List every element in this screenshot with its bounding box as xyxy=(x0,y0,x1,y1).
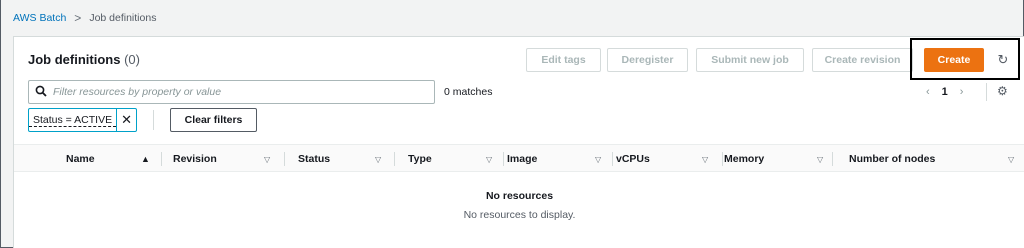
create-button[interactable]: Create xyxy=(924,48,984,72)
submit-new-job-button[interactable]: Submit new job xyxy=(696,48,804,72)
sort-icon[interactable]: ▽ xyxy=(595,155,601,164)
search-icon xyxy=(35,85,47,100)
page-title: Job definitions (0) xyxy=(28,52,140,67)
edit-tags-button[interactable]: Edit tags xyxy=(526,48,601,72)
column-header-type[interactable]: Type ▽ xyxy=(408,145,506,173)
column-divider xyxy=(503,152,504,166)
column-header-status[interactable]: Status ▽ xyxy=(298,145,398,173)
column-label: Name xyxy=(66,153,95,165)
sort-icon[interactable]: ▽ xyxy=(486,155,492,164)
column-divider xyxy=(394,152,395,166)
column-divider xyxy=(832,152,833,166)
empty-state-description: No resources to display. xyxy=(463,209,576,221)
previous-page-icon[interactable]: ‹ xyxy=(926,86,930,98)
column-label: Memory xyxy=(724,153,765,165)
column-label: Number of nodes xyxy=(849,153,936,165)
column-label: Revision xyxy=(173,153,217,165)
current-page-number[interactable]: 1 xyxy=(942,86,948,98)
filter-divider xyxy=(153,110,154,130)
column-label: Image xyxy=(507,153,538,165)
sort-icon[interactable]: ▽ xyxy=(264,155,270,164)
column-header-revision[interactable]: Revision ▽ xyxy=(173,145,285,173)
column-label: Status xyxy=(298,153,331,165)
filter-token[interactable]: Status = ACTIVE ✕ xyxy=(28,108,138,132)
deregister-button[interactable]: Deregister xyxy=(607,48,688,72)
settings-gear-icon[interactable]: ⚙ xyxy=(997,84,1008,98)
table-header: Name ▲ Revision ▽ Status ▽ Type ▽ Image … xyxy=(14,144,1024,172)
column-divider xyxy=(161,152,162,166)
job-definitions-panel: Job definitions (0) Edit tags Deregister… xyxy=(13,36,1024,248)
sort-icon[interactable]: ▽ xyxy=(1008,155,1014,164)
clear-filters-button[interactable]: Clear filters xyxy=(170,108,257,132)
panel-title-text: Job definitions xyxy=(28,52,121,67)
breadcrumb-current: Job definitions xyxy=(89,12,157,24)
search-input[interactable] xyxy=(53,86,423,98)
sort-icon[interactable]: ▽ xyxy=(702,155,708,164)
next-page-icon[interactable]: › xyxy=(960,86,964,98)
column-divider xyxy=(284,152,285,166)
column-divider xyxy=(722,152,723,166)
sort-icon[interactable]: ▽ xyxy=(817,155,823,164)
column-label: Type xyxy=(408,153,432,165)
filter-token-label[interactable]: Status = ACTIVE xyxy=(29,113,117,127)
column-header-vcpus[interactable]: vCPUs ▽ xyxy=(616,145,722,173)
column-label: vCPUs xyxy=(616,153,650,165)
breadcrumb-aws-batch[interactable]: AWS Batch xyxy=(13,12,66,24)
column-divider xyxy=(612,152,613,166)
column-header-memory[interactable]: Memory ▽ xyxy=(724,145,832,173)
pagination-divider xyxy=(986,83,987,101)
column-header-image[interactable]: Image ▽ xyxy=(507,145,615,173)
create-revision-button[interactable]: Create revision xyxy=(812,48,913,72)
refresh-icon[interactable]: ↻ xyxy=(993,50,1013,70)
breadcrumb-separator-icon: > xyxy=(74,11,82,25)
resource-count: (0) xyxy=(124,52,140,67)
column-header-name[interactable]: Name ▲ xyxy=(66,145,162,173)
match-count: 0 matches xyxy=(444,86,493,98)
pagination: ‹ 1 › xyxy=(926,83,963,101)
search-field[interactable] xyxy=(28,80,435,104)
empty-state-title: No resources xyxy=(485,190,554,202)
sort-icon[interactable]: ▽ xyxy=(375,155,381,164)
breadcrumb: AWS Batch > Job definitions xyxy=(13,10,156,26)
remove-filter-icon[interactable]: ✕ xyxy=(116,109,136,131)
column-header-number-of-nodes[interactable]: Number of nodes ▽ xyxy=(849,145,1019,173)
sort-ascending-icon[interactable]: ▲ xyxy=(141,154,150,164)
